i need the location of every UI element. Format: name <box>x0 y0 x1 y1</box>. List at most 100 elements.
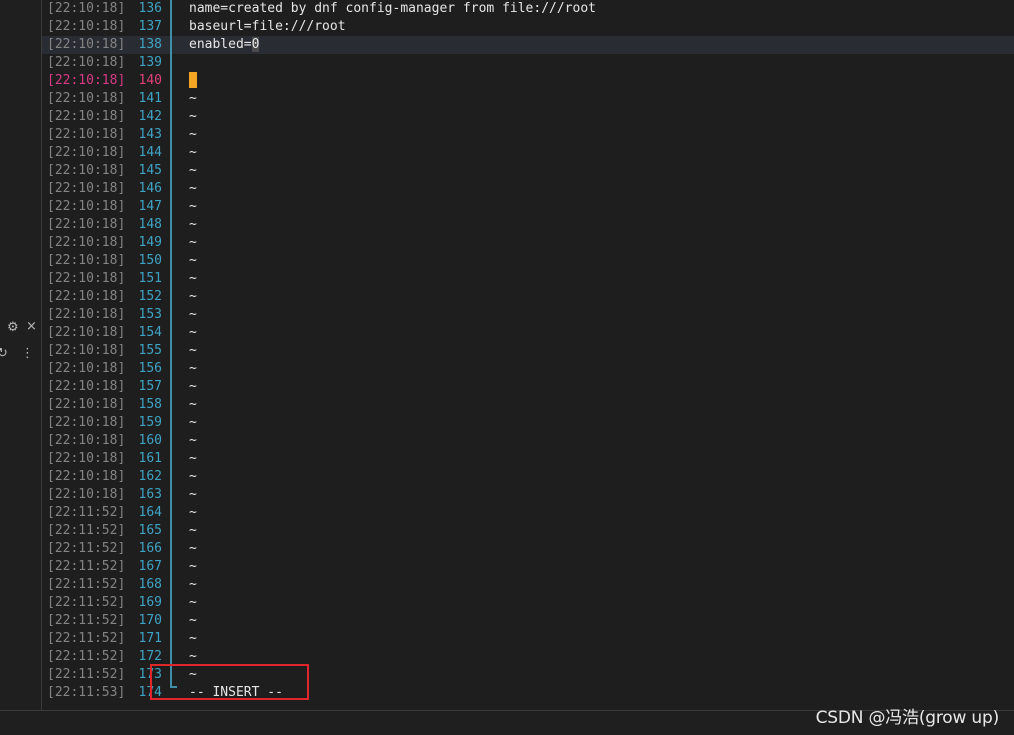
line-text: baseurl=file:///root <box>189 19 346 34</box>
editor-line[interactable]: [22:10:18] 159 ~ <box>42 414 1014 432</box>
line-timestamp: [22:10:18] <box>47 1 126 16</box>
line-number: 140 <box>138 73 162 88</box>
line-timestamp: [22:10:18] <box>47 199 126 214</box>
empty-line-tilde: ~ <box>189 613 197 628</box>
editor-line[interactable]: [22:10:18] 139 <box>42 54 1014 72</box>
editor-line[interactable]: [22:10:18] 152 ~ <box>42 288 1014 306</box>
editor-line[interactable]: [22:10:18] 149 ~ <box>42 234 1014 252</box>
line-timestamp: [22:10:18] <box>47 19 126 34</box>
editor-line[interactable]: [22:10:18] 155 ~ <box>42 342 1014 360</box>
editor-line[interactable]: [22:10:18] 136 name=created by dnf config-… <box>42 0 1014 18</box>
editor-line[interactable]: [22:10:18] 163 ~ <box>42 486 1014 504</box>
editor-line[interactable]: [22:11:52] 166 ~ <box>42 540 1014 558</box>
line-timestamp: [22:10:18] <box>47 217 126 232</box>
line-text: enabled=0 <box>189 36 260 54</box>
line-timestamp: [22:10:18] <box>47 307 126 322</box>
line-number: 167 <box>138 559 162 574</box>
editor-line[interactable]: [22:10:18] 146 ~ <box>42 180 1014 198</box>
empty-line-tilde: ~ <box>189 343 197 358</box>
terminal-editor[interactable]: [22:10:18] 136 name=created by dnf config-… <box>42 0 1014 710</box>
editor-line[interactable]: [22:10:18] 138 enabled=0 <box>42 36 1014 54</box>
line-timestamp: [22:10:18] <box>47 343 126 358</box>
empty-line-tilde: ~ <box>189 523 197 538</box>
empty-line-tilde: ~ <box>189 415 197 430</box>
watermark: CSDN @冯浩(grow up) <box>815 708 1000 728</box>
close-icon[interactable]: × <box>26 319 37 335</box>
line-timestamp: [22:11:52] <box>47 595 126 610</box>
editor-line[interactable]: [22:10:18] 153 ~ <box>42 306 1014 324</box>
editor-line[interactable]: [22:10:18] 157 ~ <box>42 378 1014 396</box>
empty-line-tilde: ~ <box>189 199 197 214</box>
empty-line-tilde: ~ <box>189 505 197 520</box>
line-text-part: enabled= <box>189 37 252 52</box>
empty-line-tilde: ~ <box>189 487 197 502</box>
line-timestamp: [22:10:18] <box>47 451 126 466</box>
empty-line-tilde: ~ <box>189 379 197 394</box>
editor-line[interactable]: [22:10:18] 143 ~ <box>42 126 1014 144</box>
editor-line[interactable]: [22:10:18] 162 ~ <box>42 468 1014 486</box>
line-timestamp: [22:11:52] <box>47 577 126 592</box>
line-number: 147 <box>138 199 162 214</box>
line-number: 170 <box>138 613 162 628</box>
line-timestamp: [22:11:52] <box>47 541 126 556</box>
editor-line[interactable]: [22:11:52] 168 ~ <box>42 576 1014 594</box>
editor-line[interactable]: [22:11:52] 165 ~ <box>42 522 1014 540</box>
editor-line[interactable]: [22:10:18] 148 ~ <box>42 216 1014 234</box>
line-timestamp: [22:10:18] <box>47 361 126 376</box>
line-number: 154 <box>138 325 162 340</box>
line-number: 139 <box>138 55 162 70</box>
empty-line-tilde: ~ <box>189 235 197 250</box>
editor-line[interactable]: [22:10:18] 147 ~ <box>42 198 1014 216</box>
empty-line-tilde: ~ <box>189 271 197 286</box>
line-number: 146 <box>138 181 162 196</box>
gear-icon[interactable]: ⚙ <box>7 320 19 336</box>
line-number: 155 <box>138 343 162 358</box>
line-number: 162 <box>138 469 162 484</box>
empty-line-tilde: ~ <box>189 91 197 106</box>
line-number: 169 <box>138 595 162 610</box>
empty-line-tilde: ~ <box>189 559 197 574</box>
editor-line[interactable]: [22:11:52] 169 ~ <box>42 594 1014 612</box>
editor-line-current[interactable]: [22:10:18] 140 <box>42 72 1014 90</box>
empty-line-tilde: ~ <box>189 451 197 466</box>
editor-line[interactable]: [22:10:18] 150 ~ <box>42 252 1014 270</box>
line-number: 138 <box>138 37 162 52</box>
editor-line[interactable]: [22:10:18] 156 ~ <box>42 360 1014 378</box>
line-timestamp: [22:11:52] <box>47 649 126 664</box>
editor-line[interactable]: [22:10:18] 161 ~ <box>42 450 1014 468</box>
editor-line[interactable]: [22:11:52] 171 ~ <box>42 630 1014 648</box>
line-number: 156 <box>138 361 162 376</box>
editor-line[interactable]: [22:10:18] 145 ~ <box>42 162 1014 180</box>
more-vertical-icon[interactable]: ⋮ <box>21 346 34 362</box>
editor-line[interactable]: [22:10:18] 154 ~ <box>42 324 1014 342</box>
editor-line[interactable]: [22:11:52] 167 ~ <box>42 558 1014 576</box>
empty-line-tilde: ~ <box>189 145 197 160</box>
editor-line[interactable]: [22:10:18] 142 ~ <box>42 108 1014 126</box>
line-number: 152 <box>138 289 162 304</box>
editor-line[interactable]: [22:10:18] 144 ~ <box>42 144 1014 162</box>
refresh-icon[interactable]: ↻ <box>0 346 8 362</box>
line-timestamp: [22:11:52] <box>47 559 126 574</box>
editor-line[interactable]: [22:10:18] 160 ~ <box>42 432 1014 450</box>
line-timestamp: [22:11:52] <box>47 613 126 628</box>
gutter-divider <box>170 0 172 688</box>
line-timestamp: [22:10:18] <box>47 163 126 178</box>
line-number: 160 <box>138 433 162 448</box>
line-number: 141 <box>138 91 162 106</box>
empty-line-tilde: ~ <box>189 631 197 646</box>
line-number: 171 <box>138 631 162 646</box>
line-timestamp: [22:10:18] <box>47 289 126 304</box>
line-timestamp: [22:11:52] <box>47 667 126 682</box>
line-timestamp: [22:10:18] <box>47 397 126 412</box>
line-timestamp: [22:10:18] <box>47 415 126 430</box>
editor-line[interactable]: [22:11:52] 170 ~ <box>42 612 1014 630</box>
empty-line-tilde: ~ <box>189 469 197 484</box>
empty-line-tilde: ~ <box>189 433 197 448</box>
editor-line[interactable]: [22:10:18] 141 ~ <box>42 90 1014 108</box>
editor-line[interactable]: [22:11:52] 164 ~ <box>42 504 1014 522</box>
editor-line[interactable]: [22:10:18] 158 ~ <box>42 396 1014 414</box>
editor-line[interactable]: [22:10:18] 151 ~ <box>42 270 1014 288</box>
line-timestamp: [22:11:52] <box>47 505 126 520</box>
empty-line-tilde: ~ <box>189 325 197 340</box>
editor-line[interactable]: [22:10:18] 137 baseurl=file:///root <box>42 18 1014 36</box>
